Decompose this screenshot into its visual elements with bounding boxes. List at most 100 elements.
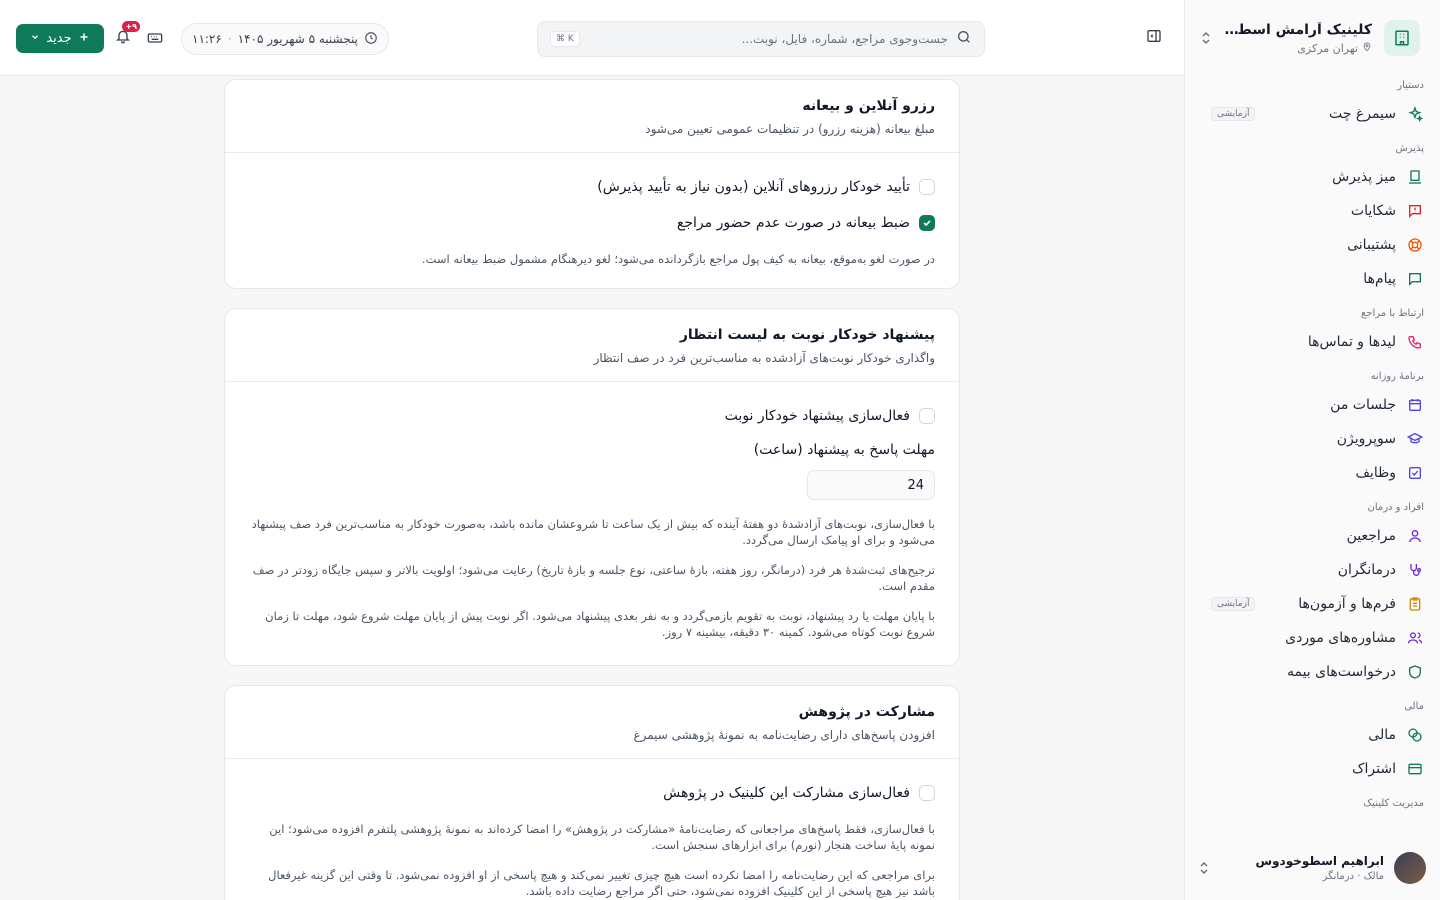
research-checkbox-row[interactable]: فعال‌سازی مشارکت این کلینیک در پژوهش [249,775,935,811]
waitlist-card: پیشنهاد خودکار نوبت به لیست انتظار واگذا… [224,308,960,666]
settings-content: رزرو آنلاین و بیعانه مبلغ بیعانه (هزینه … [0,76,1184,900]
date-time-display: پنجشنبه ۵ شهریور ۱۴۰۵ · ۱۱:۲۶ [181,23,389,55]
card-description: افزودن پاسخ‌های دارای رضایت‌نامه به نمون… [633,728,935,742]
checkbox-label: ضبط بیعانه در صورت عدم حضور مراجع [676,215,910,231]
checkbox-label: فعال‌سازی پیشنهاد خودکار نوبت [724,408,910,424]
sidebar-item-support[interactable]: پشتیبانی [1197,228,1424,262]
forfeit-deposit-checkbox[interactable] [919,215,935,231]
notification-count-badge: ۹+ [122,21,140,32]
sidebar-item-label: سیمرغ چت [1329,106,1396,122]
calendar-icon [1406,396,1424,414]
nav-section-title: افراد و درمان [1367,502,1424,513]
sidebar-item-label: درخواست‌های بیمه [1286,664,1396,680]
lifebuoy-icon [1406,236,1424,254]
online-booking-card: رزرو آنلاین و بیعانه مبلغ بیعانه (هزینه … [224,79,960,289]
clinic-logo-icon [1384,20,1420,56]
forfeit-deposit-checkbox-row[interactable]: ضبط بیعانه در صورت عدم حضور مراجع [249,205,935,241]
help-text: با پایان مهلت یا رد پیشنهاد، نوبت به تقو… [265,609,935,639]
auto-offer-checkbox[interactable] [919,408,935,424]
card-title: رزرو آنلاین و بیعانه [802,98,935,114]
sidebar-item-finance[interactable]: مالی [1197,718,1424,752]
sidebar-item-insurance[interactable]: درخواست‌های بیمه [1197,655,1424,689]
search-box[interactable]: ⌘ K [537,21,985,57]
sidebar-item-supervision[interactable]: سوپرویژن [1197,422,1424,456]
user-name: ابراهیم اسطوخودوس [1255,854,1384,868]
sidebar-item-label: وظایف [1355,465,1396,481]
coins-icon [1406,726,1424,744]
sidebar-item-label: مالی [1368,727,1396,743]
clinic-switcher[interactable]: کلینیک آرامش اسطوخو... تهران مرکزی [1185,0,1440,76]
user-menu[interactable]: ابراهیم اسطوخودوس مالک · درمانگر [1199,848,1426,888]
sidebar-toggle-icon[interactable] [1144,28,1162,46]
sidebar-item-reception-desk[interactable]: میز پذیرش [1197,160,1424,194]
user-role: مالک · درمانگر [1322,871,1384,882]
sidebar-item-case-consults[interactable]: مشاوره‌های موردی [1197,621,1424,655]
checkbox-label: فعال‌سازی مشارکت این کلینیک در پژوهش [663,785,910,801]
sidebar-item-clients[interactable]: مراجعین [1197,519,1424,553]
sidebar-item-simorgh-chat[interactable]: سیمرغ چت آزمایشی [1197,97,1424,131]
help-text: با فعال‌سازی، نوبت‌های آزادشدهٔ دو هفتهٔ… [251,517,935,547]
phone-icon [1406,333,1424,351]
sidebar-item-therapists[interactable]: درمانگران [1197,553,1424,587]
sidebar-item-label: لیدها و تماس‌ها [1307,334,1396,350]
card-icon [1406,760,1424,778]
nav-section-title: ارتباط با مراجع [1360,308,1424,319]
auto-confirm-checkbox-row[interactable]: تأیید خودکار رزروهای آنلاین (بدون نیاز ب… [249,169,935,205]
message-icon [1406,270,1424,288]
shield-icon [1406,663,1424,681]
sidebar-item-label: اشتراک [1352,761,1396,777]
sidebar-item-label: میز پذیرش [1332,169,1396,185]
sidebar-item-leads-calls[interactable]: لیدها و تماس‌ها [1197,325,1424,359]
sidebar-item-label: شکایات [1350,203,1396,219]
sidebar-item-label: پشتیبانی [1347,237,1396,253]
beta-badge: آزمایشی [1211,597,1256,611]
plus-icon [78,31,90,47]
search-icon [956,29,972,49]
search-input[interactable] [587,32,948,46]
sidebar-item-label: جلسات من [1330,397,1396,413]
chevron-up-down-icon [1201,31,1211,45]
card-description: مبلغ بیعانه (هزینه رزرو) در تنظیمات عموم… [645,122,935,136]
checkmark-icon [923,220,931,227]
nav-section-title: پذیرش [1395,143,1424,154]
keyboard-icon[interactable] [146,29,164,47]
beta-badge: آزمایشی [1211,107,1256,121]
nav-section-title: مالی [1404,701,1424,712]
topbar: ⌘ K پنجشنبه ۵ شهریور ۱۴۰۵ · ۱۱:۲۶ ۹+ جدی… [0,0,1184,76]
sidebar-item-label: درمانگران [1337,562,1396,578]
sidebar-item-subscription[interactable]: اشتراک [1197,752,1424,786]
auto-offer-checkbox-row[interactable]: فعال‌سازی پیشنهاد خودکار نوبت [249,398,935,434]
task-icon [1406,464,1424,482]
sidebar: کلینیک آرامش اسطوخو... تهران مرکزی دستیا… [1184,0,1440,900]
help-text: با فعال‌سازی، فقط پاسخ‌های مراجعانی که ر… [269,822,935,852]
notification-button[interactable]: ۹+ [114,21,140,47]
sidebar-item-label: مشاوره‌های موردی [1285,630,1396,646]
clinic-name: کلینیک آرامش اسطوخو... [1223,21,1372,38]
card-title: پیشنهاد خودکار نوبت به لیست انتظار [679,327,935,343]
clock-icon [364,31,378,48]
sidebar-item-label: سوپرویژن [1336,431,1396,447]
response-deadline-input[interactable] [807,470,935,500]
clinic-location: تهران مرکزی [1297,41,1358,55]
current-date: پنجشنبه ۵ شهریور ۱۴۰۵ [237,32,358,46]
complaint-icon [1406,202,1424,220]
new-button[interactable]: جدید [16,24,104,53]
graduation-icon [1406,430,1424,448]
checkbox-label: تأیید خودکار رزروهای آنلاین (بدون نیاز ب… [597,179,910,195]
research-checkbox[interactable] [919,785,935,801]
keyboard-shortcut: ⌘ K [550,31,580,47]
card-title: مشارکت در پژوهش [798,704,935,720]
sidebar-item-forms-tests[interactable]: فرم‌ها و آزمون‌ها آزمایشی [1197,587,1424,621]
sidebar-item-messages[interactable]: پیام‌ها [1197,262,1424,296]
sidebar-item-complaints[interactable]: شکایات [1197,194,1424,228]
desk-icon [1406,168,1424,186]
sidebar-item-tasks[interactable]: وظایف [1197,456,1424,490]
sidebar-item-label: پیام‌ها [1363,271,1396,287]
help-text: برای مراجعی که این رضایت‌نامه را امضا نک… [268,868,935,898]
nav-section-title: مدیریت کلینیک [1363,798,1424,809]
research-card: مشارکت در پژوهش افزودن پاسخ‌های دارای رض… [224,685,960,900]
card-description: واگذاری خودکار نوبت‌های آزادشده به مناسب… [593,351,935,365]
sidebar-item-label: مراجعین [1346,528,1396,544]
sidebar-item-my-sessions[interactable]: جلسات من [1197,388,1424,422]
auto-confirm-checkbox[interactable] [919,179,935,195]
